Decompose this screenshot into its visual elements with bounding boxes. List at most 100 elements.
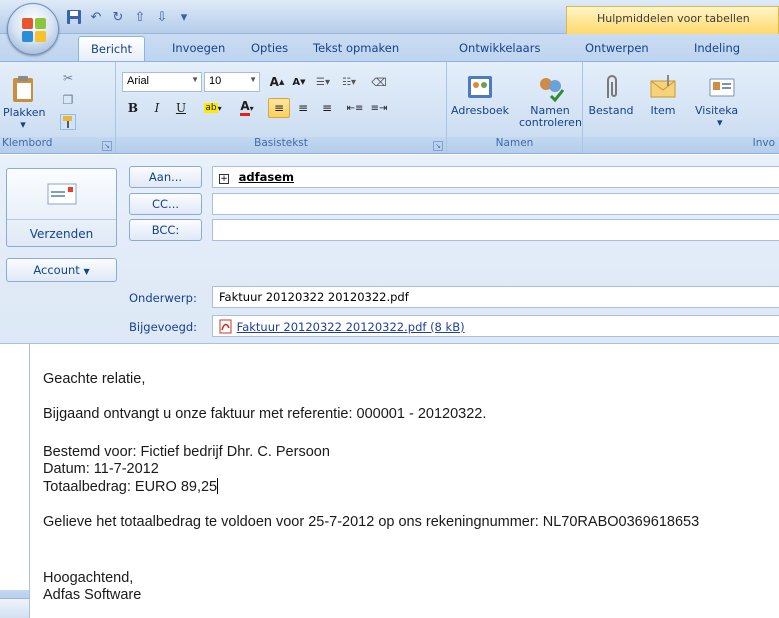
account-button[interactable]: Account ▼ [6,258,117,282]
tab-indeling[interactable]: Indeling [694,41,740,55]
paste-button[interactable]: Plakken ▾ [3,74,46,131]
tab-ontwerpen[interactable]: Ontwerpen [585,41,649,55]
office-logo-icon [22,18,46,42]
quick-access-toolbar: ↶ ↻ ⇧ ⇩ ▾ [64,6,194,28]
attachment-link[interactable]: Faktuur 20120322 20120322.pdf (8 kB) [237,320,465,334]
to-button[interactable]: Aan... [129,166,202,188]
check-names-label-2: controleren [519,116,582,129]
account-label: Account [33,263,80,277]
font-color-icon[interactable]: A ▾ [232,98,262,118]
cut-icon[interactable]: ✂ [60,70,76,86]
highlight-icon[interactable]: ab ▾ [198,98,228,118]
attached-label: Bijgevoegd: [129,320,198,334]
clipboard-icon [13,76,33,102]
paperclip-icon [607,75,617,98]
expand-recipient-icon[interactable]: + [219,174,229,184]
align-right-icon[interactable]: ≡ [316,98,338,118]
cc-button[interactable]: CC... [129,193,202,215]
font-name-select[interactable]: Arial ▼ [122,72,202,92]
office-button[interactable] [7,3,59,55]
send-button-divider [7,219,116,220]
bold-button[interactable]: B [122,98,144,118]
italic-button[interactable]: I [146,98,168,118]
attachments-field[interactable]: Faktuur 20120322 20120322.pdf (8 kB) [212,315,779,337]
arrow-down-icon[interactable]: ⇩ [152,7,172,27]
pdf-file-icon [219,319,232,334]
bcc-button[interactable]: BCC: [129,219,202,241]
decrease-indent-icon[interactable]: ⇤≡ [344,98,366,118]
font-size-value: 10 [209,75,222,87]
business-card-button[interactable]: Visiteka ▾ [695,72,755,129]
body-greeting: Geachte relatie, [43,371,146,387]
attach-item-button[interactable]: Item [641,72,685,117]
chevron-down-icon: ▼ [83,267,90,276]
group-clipboard: Plakken ▾ ✂ ❐ Klembord ↘ [0,62,116,153]
basic-text-launcher-icon[interactable]: ↘ [433,141,443,151]
send-icon [47,183,77,205]
tab-tekst-opmaken[interactable]: Tekst opmaken [313,41,399,55]
attach-file-label: Bestand [588,104,634,117]
subject-label: Onderwerp: [129,291,197,305]
group-names: Adresboek Namen controleren Namen [447,62,583,153]
addressbook-label: Adresboek [451,104,509,117]
bcc-field[interactable] [212,219,779,241]
addressbook-icon [468,76,492,98]
tab-invoegen[interactable]: Invoegen [172,41,225,55]
grow-font-icon[interactable]: A ▲ [266,72,288,92]
increase-indent-icon[interactable]: ≡⇥ [368,98,390,118]
check-names-button[interactable]: Namen controleren [519,72,582,129]
format-painter-icon[interactable] [60,114,76,130]
chevron-down-icon: ▼ [191,75,199,84]
align-center-icon[interactable]: ≡ [292,98,314,118]
body-line-total-text: Totaalbedrag: EURO 89,25 [43,479,218,495]
tab-opties[interactable]: Opties [251,41,288,55]
attach-item-label: Item [650,104,676,117]
background-window-edge-bottom [0,598,29,618]
attach-file-button[interactable]: Bestand [587,72,635,117]
send-button[interactable]: Verzenden [6,168,117,247]
undo-icon[interactable]: ↶ [86,7,106,27]
body-closing: Hoogachtend, [43,570,134,586]
clear-formatting-icon[interactable]: ⌫ [368,72,390,92]
redo-icon[interactable]: ↻ [108,7,128,27]
save-icon[interactable] [64,7,84,27]
bullets-icon[interactable]: ☰▾ [312,72,334,92]
tab-ontwikkelaars[interactable]: Ontwikkelaars [459,41,540,55]
text-caret [217,478,219,494]
business-card-icon [709,78,735,97]
basic-text-group-label: Basistekst [116,137,446,153]
include-group-label: Invo [583,137,779,153]
message-header: Verzenden Account ▼ Aan... CC... BCC: + … [0,155,779,344]
context-tab-table-tools: Hulpmiddelen voor tabellen [566,6,779,34]
addressbook-button[interactable]: Adresboek [451,72,509,117]
check-names-icon [540,78,565,102]
body-line-reference: Bijgaand ontvangt u onze faktuur met ref… [43,406,487,422]
copy-icon[interactable]: ❐ [60,92,76,108]
body-line-recipient: Bestemd voor: Fictief bedrijf Dhr. C. Pe… [43,444,330,460]
shrink-font-icon[interactable]: A ▼ [288,72,310,92]
arrow-up-icon[interactable]: ⇧ [130,7,150,27]
tab-bericht[interactable]: Bericht [78,36,146,63]
clipboard-group-label: Klembord [0,137,115,153]
customize-qat-icon[interactable]: ▾ [174,7,194,27]
underline-button[interactable]: U [170,98,192,118]
font-name-value: Arial [127,75,150,87]
body-signature: Adfas Software [43,587,142,603]
chevron-down-icon: ▼ [249,75,257,84]
align-left-icon[interactable]: ≡ [268,98,290,118]
cc-field[interactable] [212,193,779,215]
to-field[interactable]: + adfasem [212,166,779,188]
chevron-down-icon: ▾ [20,118,26,131]
clipboard-launcher-icon[interactable]: ↘ [102,141,112,151]
numbering-icon[interactable]: ☷▾ [338,72,360,92]
group-basic-text: Arial ▼ 10 ▼ A ▲ A ▼ ☰▾ ☷▾ ⌫ B I U ab ▾ A ▾ … [116,62,447,153]
body-line-date: Datum: 11-7-2012 [43,461,159,477]
font-size-select[interactable]: 10 ▼ [204,72,260,92]
left-window-edge [0,344,29,618]
subject-field[interactable]: Faktuur 20120322 20120322.pdf [212,286,779,308]
message-body[interactable]: Geachte relatie, Bijgaand ontvangt u onz… [29,344,779,618]
send-label: Verzenden [29,227,94,241]
body-line-total: Totaalbedrag: EURO 89,25 [43,478,219,495]
recipient-name[interactable]: adfasem [239,170,294,184]
names-group-label: Namen [447,137,582,153]
